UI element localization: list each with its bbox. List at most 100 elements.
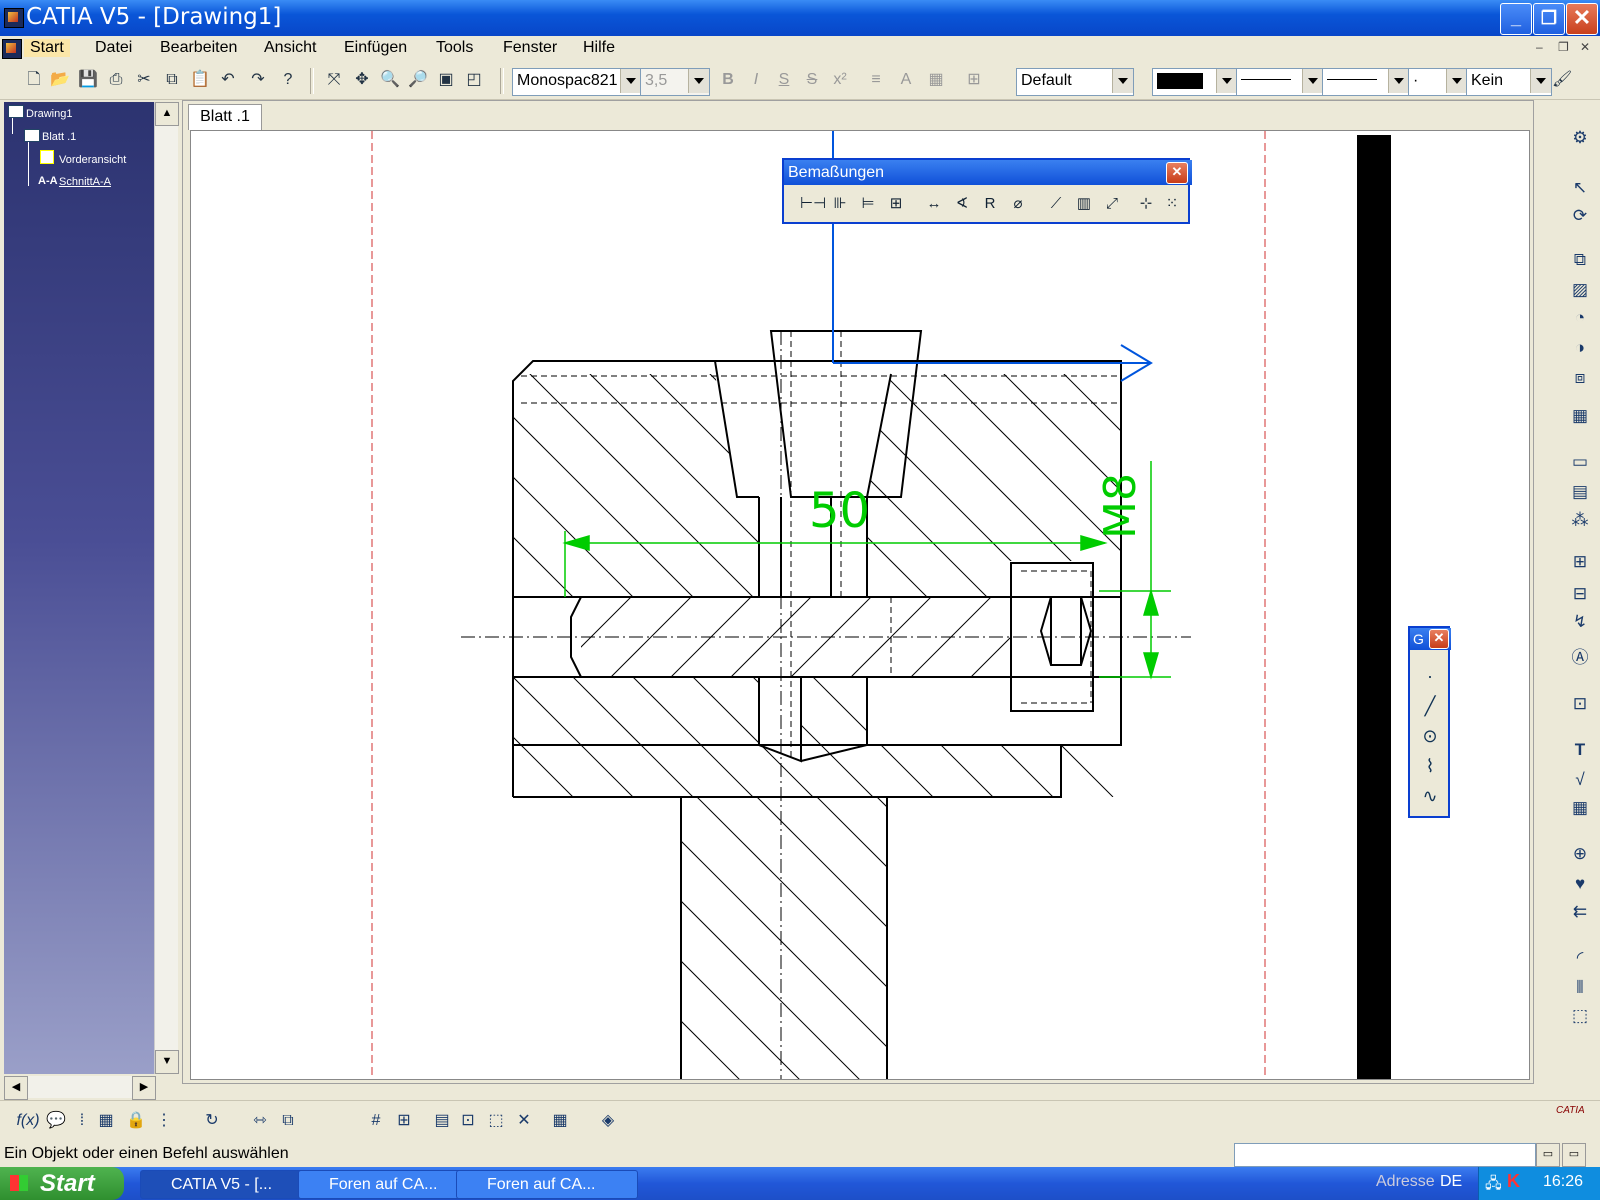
grid-icon[interactable]: # xyxy=(364,1109,388,1133)
coordinate-dimension-icon[interactable]: ⤢ xyxy=(1100,192,1124,216)
design-table-icon[interactable]: ▦ xyxy=(94,1109,118,1133)
scroll-down-icon[interactable]: ▼ xyxy=(155,1050,179,1074)
command-clear-icon[interactable]: ▭ xyxy=(1562,1143,1586,1167)
dimensions-toolbar-title[interactable]: Bemaßungen xyxy=(784,160,1192,185)
normal-view-icon[interactable]: ◰ xyxy=(464,70,484,90)
roughness-icon[interactable]: √ xyxy=(1568,768,1592,792)
minimize-button[interactable]: _ xyxy=(1500,3,1532,35)
line-thickness-select[interactable] xyxy=(1236,68,1324,96)
mirror-icon[interactable]: ⫴ xyxy=(1568,976,1592,1000)
new-detail-icon[interactable]: ▤ xyxy=(1568,480,1592,504)
clipping-view-icon[interactable]: ◑ xyxy=(1568,336,1592,360)
close-button[interactable]: ✕ xyxy=(1566,3,1598,35)
display-view-icon[interactable]: ⬚ xyxy=(484,1109,508,1133)
address-label[interactable]: Adresse xyxy=(1376,1173,1435,1191)
scroll-left-icon[interactable]: ◀ xyxy=(4,1076,28,1100)
document-icon[interactable] xyxy=(2,39,22,59)
save-icon[interactable]: 💾 xyxy=(78,70,98,90)
print-icon[interactable]: ⎙ xyxy=(106,70,126,90)
cumulated-dimensions-icon[interactable]: ⊪ xyxy=(828,192,852,216)
profile-icon[interactable]: ⌇ xyxy=(1418,754,1442,778)
cut-icon[interactable]: ✂ xyxy=(134,70,154,90)
section-view-icon[interactable]: ▨ xyxy=(1568,278,1592,302)
select-icon[interactable]: ↖ xyxy=(1568,176,1592,200)
undo-icon[interactable]: ↶ xyxy=(218,70,238,90)
lock-icon[interactable]: 🔒 xyxy=(124,1109,148,1133)
text-icon[interactable]: Ⓐ xyxy=(1568,646,1592,670)
frame-icon[interactable]: ▦ xyxy=(926,70,946,90)
tree-horizontal-scrollbar[interactable]: ◀ ▶ xyxy=(4,1076,156,1100)
command-input[interactable] xyxy=(1234,1143,1536,1167)
detail-view-icon[interactable]: ◔ xyxy=(1568,306,1592,330)
hole-table-icon[interactable]: ⊹ xyxy=(1134,192,1158,216)
length-dimension-icon[interactable]: ↔ xyxy=(922,192,946,216)
tree-node-sheet[interactable]: Blatt .1 xyxy=(42,131,76,143)
menu-ansicht[interactable]: Ansicht xyxy=(264,39,316,57)
broken-view-icon[interactable]: ⧈ xyxy=(1568,366,1592,390)
taskbar-item-catia[interactable]: CATIA V5 - [... xyxy=(140,1170,322,1199)
tab-sheet[interactable]: Blatt .1 xyxy=(188,104,262,130)
specification-tree[interactable]: Drawing1 Blatt .1 Vorderansicht A-A Schn… xyxy=(4,102,154,1074)
measure-icon[interactable]: ⇿ xyxy=(248,1109,272,1133)
angle-dimension-icon[interactable]: ∢ xyxy=(950,192,974,216)
circle-icon[interactable]: ⊙ xyxy=(1418,724,1442,748)
tree-vertical-scrollbar[interactable]: ▲ ▼ xyxy=(154,102,179,1074)
update-icon[interactable]: ↻ xyxy=(200,1109,224,1133)
rotate-view-icon[interactable]: ⟳ xyxy=(1568,204,1592,228)
point-icon[interactable]: · xyxy=(1418,664,1442,688)
new-sheet-icon[interactable]: ▭ xyxy=(1568,450,1592,474)
chevron-down-icon[interactable] xyxy=(1112,69,1133,93)
chevron-down-icon[interactable] xyxy=(1388,69,1409,93)
command-list-icon[interactable]: ▭ xyxy=(1536,1143,1560,1167)
layer-icon[interactable]: ◈ xyxy=(596,1109,620,1133)
text-frame-icon[interactable]: A xyxy=(896,70,916,90)
zoom-in-icon[interactable]: 🔍 xyxy=(380,70,400,90)
point-type-select[interactable]: · xyxy=(1408,68,1468,96)
workbench-icon[interactable]: ⚙ xyxy=(1568,126,1592,150)
paint-brush-icon[interactable]: 🖌 xyxy=(1552,70,1572,90)
fit-all-icon[interactable]: ⤧ xyxy=(324,70,344,90)
projection-view-icon[interactable]: ⧉ xyxy=(1568,248,1592,272)
pattern-select[interactable]: Kein xyxy=(1466,68,1552,96)
angle-chain-icon[interactable]: ⊞ xyxy=(884,192,908,216)
chamfer-dimension-icon[interactable]: ⟋ xyxy=(1044,192,1068,216)
close-icon[interactable]: ✕ xyxy=(1166,162,1188,184)
language-indicator[interactable]: DE xyxy=(1440,1173,1462,1191)
thread-dimension-icon[interactable]: ▥ xyxy=(1072,192,1096,216)
mdi-minimize-button[interactable]: – xyxy=(1536,40,1543,54)
spline-icon[interactable]: ∿ xyxy=(1418,784,1442,808)
area-fill-icon[interactable]: ♥ xyxy=(1568,872,1592,896)
italic-icon[interactable]: I xyxy=(746,70,766,90)
chevron-down-icon[interactable] xyxy=(1302,69,1323,93)
tree-node-drawing[interactable]: Drawing1 xyxy=(26,108,72,120)
copy-icon[interactable]: ⧉ xyxy=(162,70,182,90)
parameters-icon[interactable]: ⋮ xyxy=(152,1109,176,1133)
text-tool-icon[interactable]: T xyxy=(1568,738,1592,762)
stacked-dimensions-icon[interactable]: ⊨ xyxy=(856,192,880,216)
chevron-down-icon[interactable] xyxy=(688,69,709,93)
zoom-area-icon[interactable]: ▣ xyxy=(436,70,456,90)
align-icon[interactable]: ≡ xyxy=(866,70,886,90)
underline-icon[interactable]: S xyxy=(774,70,794,90)
style-select[interactable]: Default xyxy=(1016,68,1134,96)
open-icon[interactable]: 📂 xyxy=(50,70,70,90)
scroll-up-icon[interactable]: ▲ xyxy=(155,102,179,126)
close-icon[interactable]: ✕ xyxy=(1429,629,1449,649)
menu-fenster[interactable]: Fenster xyxy=(503,39,557,57)
menu-datei[interactable]: Datei xyxy=(95,39,132,57)
tolerancing-icon[interactable]: ⊟ xyxy=(1568,582,1592,606)
tree-node-front-view[interactable]: Vorderansicht xyxy=(59,154,126,166)
formula-icon[interactable]: f(x) xyxy=(16,1109,40,1133)
paste-icon[interactable]: 📋 xyxy=(190,70,210,90)
help-pointer-icon[interactable]: ? xyxy=(278,70,298,90)
instantiate-icon[interactable]: ⁂ xyxy=(1568,508,1592,532)
mdi-restore-button[interactable]: ❐ xyxy=(1558,40,1569,54)
symbol-icon[interactable]: ⊡ xyxy=(1568,692,1592,716)
chevron-down-icon[interactable] xyxy=(1446,69,1467,93)
diameter-dimension-icon[interactable]: ⌀ xyxy=(1006,192,1030,216)
font-size-select[interactable]: 3,5 xyxy=(640,68,710,96)
catia-app-icon[interactable] xyxy=(4,8,24,28)
corner-icon[interactable]: ◜ xyxy=(1568,946,1592,970)
snap-grid-icon[interactable]: ⊞ xyxy=(392,1109,416,1133)
menu-tools[interactable]: Tools xyxy=(436,39,473,57)
